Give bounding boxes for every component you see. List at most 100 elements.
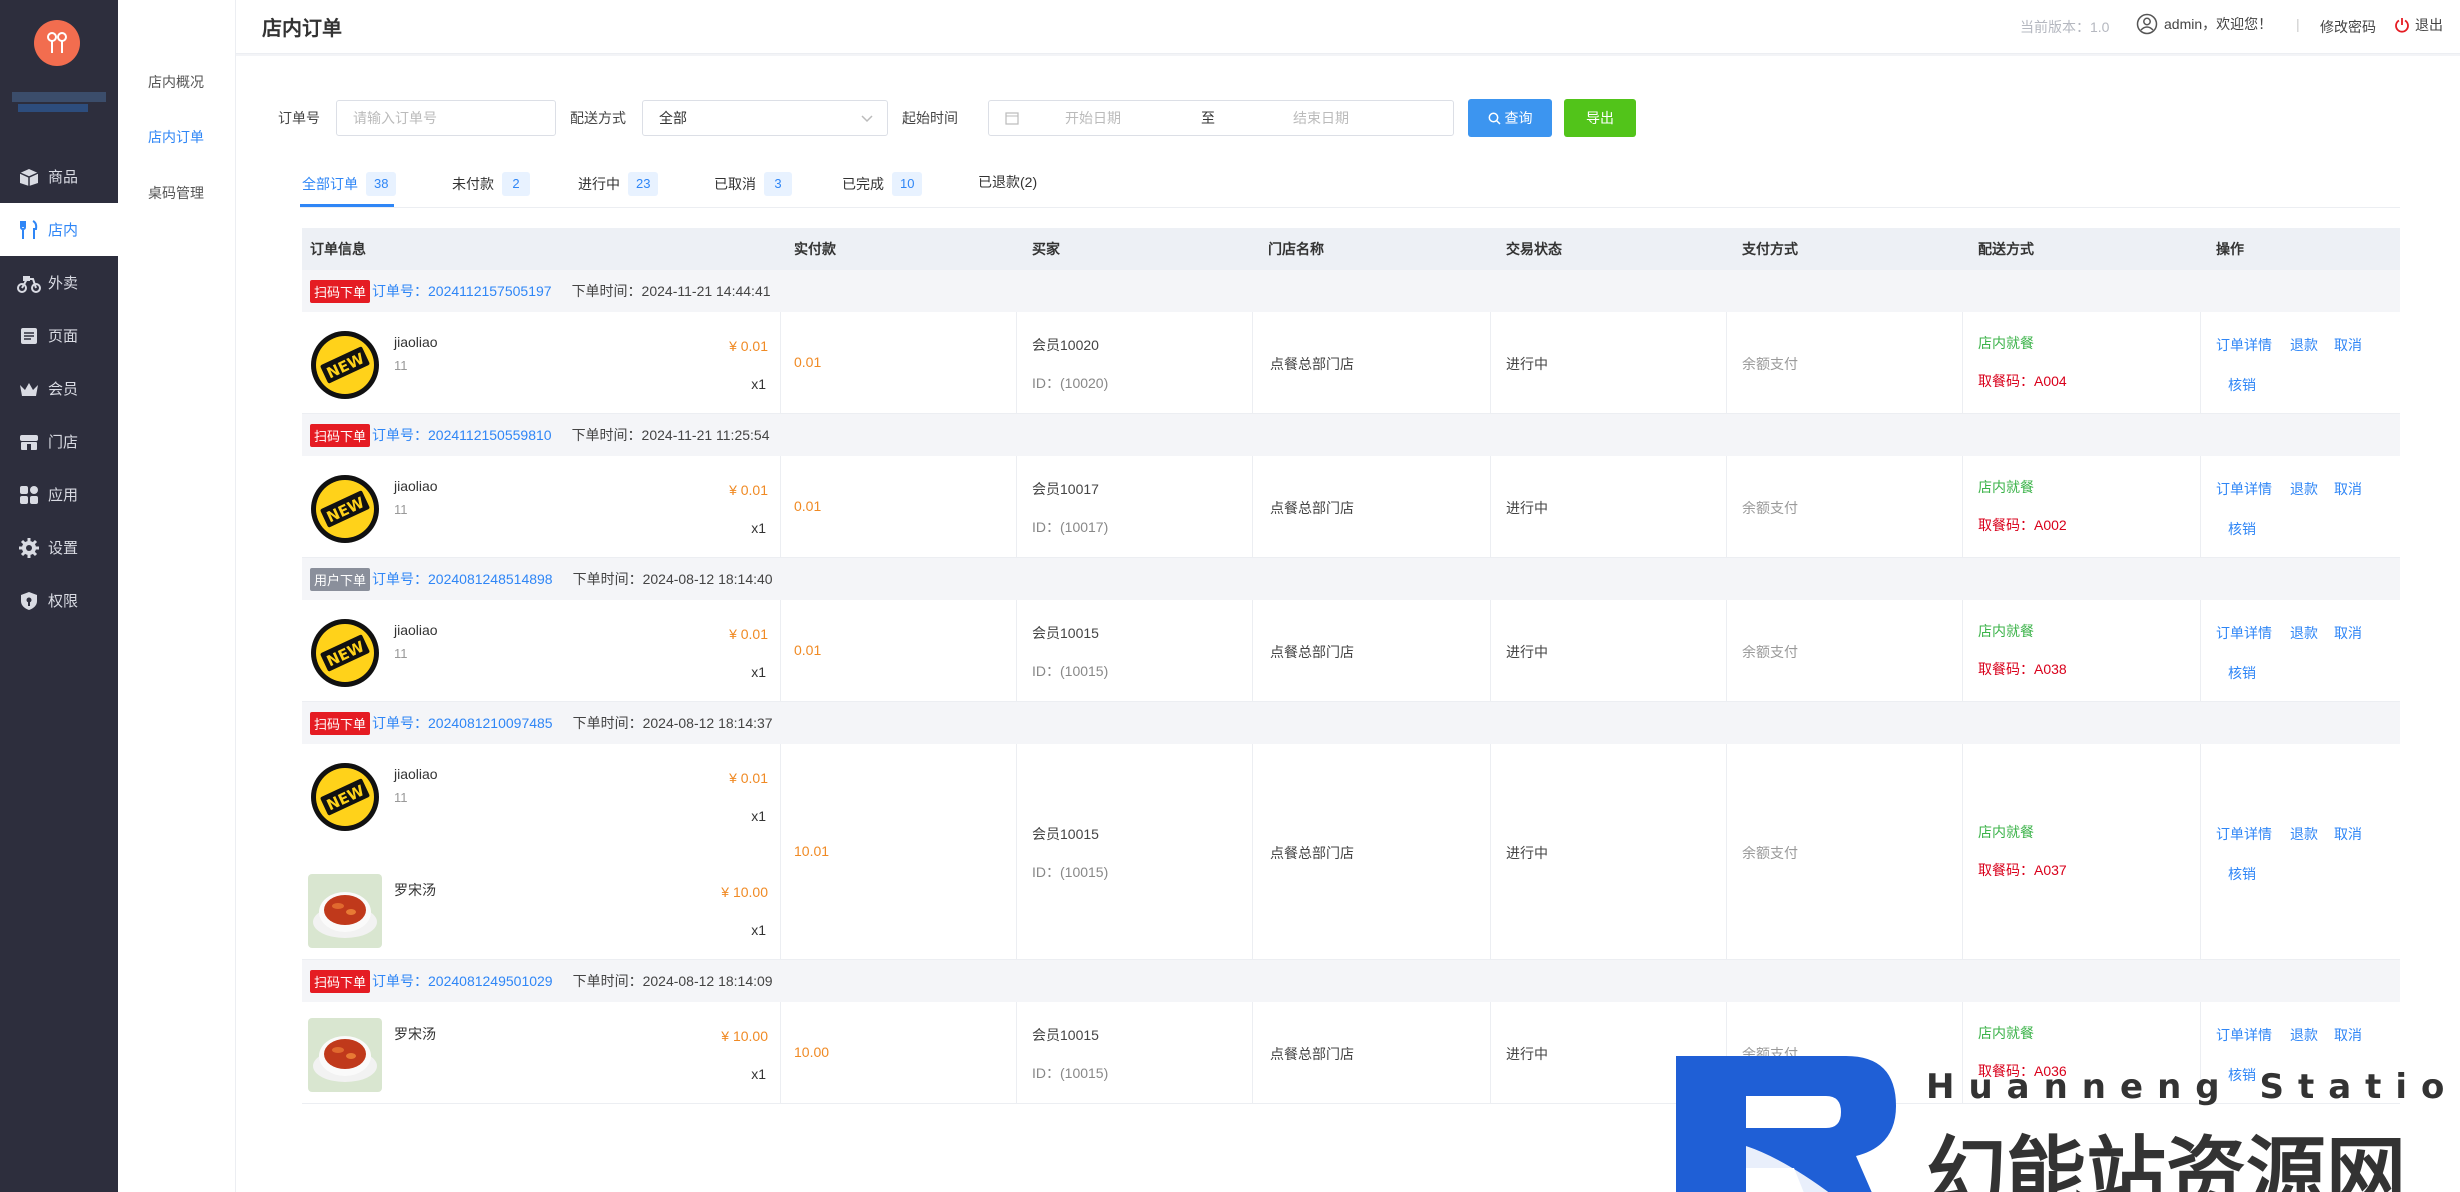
refund-link[interactable]: 退款 <box>2290 824 2318 844</box>
sidebar-item-instore[interactable]: 店内 <box>0 203 118 256</box>
order-detail-link[interactable]: 订单详情 <box>2216 335 2272 355</box>
order-status: 进行中 <box>1506 356 1548 372</box>
sidebar-item-members[interactable]: 会员 <box>0 362 118 415</box>
column-divider <box>1016 1002 1017 1104</box>
cancel-link[interactable]: 取消 <box>2334 824 2362 844</box>
soup-image <box>308 874 382 948</box>
cancel-link[interactable]: 取消 <box>2334 1025 2362 1045</box>
cancel-link[interactable]: 取消 <box>2334 479 2362 499</box>
query-button[interactable]: 查询 <box>1468 99 1552 137</box>
verify-link[interactable]: 核销 <box>2228 1065 2256 1085</box>
tab-count-badge: 10 <box>892 172 923 196</box>
apps-icon <box>16 484 42 506</box>
refund-link[interactable]: 退款 <box>2290 1025 2318 1045</box>
sidebar-item-goods[interactable]: 商品 <box>0 150 118 203</box>
watermark-main-text: 幻能站资源网 <box>1926 1128 2406 1192</box>
verify-link[interactable]: 核销 <box>2228 864 2256 884</box>
time-label: 起始时间 <box>902 110 958 126</box>
cancel-link[interactable]: 取消 <box>2334 335 2362 355</box>
store-icon <box>16 431 42 453</box>
column-divider <box>780 312 781 414</box>
order-time: 下单时间：2024-08-12 18:14:09 <box>572 973 773 989</box>
delivery-select[interactable]: 全部 <box>642 100 888 136</box>
tab-label: 已退款(2) <box>978 174 1038 190</box>
version-text: 当前版本：1.0 <box>2020 19 2110 35</box>
order-number-link[interactable]: 订单号：2024081248514898 <box>372 569 553 589</box>
column-divider <box>1490 744 1491 960</box>
new-badge-image: NEW <box>308 328 382 402</box>
date-range-picker[interactable]: 开始日期 至 结束日期 <box>988 100 1454 136</box>
sidebar-item-permissions[interactable]: 权限 <box>0 574 118 627</box>
order-status: 进行中 <box>1506 500 1548 516</box>
payment-method: 余额支付 <box>1742 1046 1798 1062</box>
sidebar-item-stores[interactable]: 门店 <box>0 415 118 468</box>
buyer-id: ID：(10017) <box>1032 519 1109 535</box>
product-name: 罗宋汤 <box>394 882 436 898</box>
order-detail-link[interactable]: 订单详情 <box>2216 623 2272 643</box>
sidebar-item-label: 外卖 <box>48 275 79 292</box>
sidebar-item-takeout[interactable]: 外卖 <box>0 256 118 309</box>
col-order-info: 订单信息 <box>310 241 366 257</box>
table-row: NEW jiaoliao 11 ¥ 0.01 x1 0.01 会员10015 ID：(1001… <box>302 600 2400 702</box>
verify-link[interactable]: 核销 <box>2228 375 2256 395</box>
tab-count-badge: 23 <box>628 172 659 196</box>
order-status: 进行中 <box>1506 845 1548 861</box>
verify-link[interactable]: 核销 <box>2228 663 2256 683</box>
logout-button[interactable]: 退出 <box>2394 15 2443 35</box>
column-divider <box>1490 456 1491 558</box>
sidebar-item-apps[interactable]: 应用 <box>0 468 118 521</box>
order-time: 下单时间：2024-11-21 11:25:54 <box>571 427 770 443</box>
tab-unpaid[interactable]: 未付款 2 <box>452 172 530 196</box>
order-no-input[interactable]: 请输入订单号 <box>336 100 556 136</box>
refund-link[interactable]: 退款 <box>2290 479 2318 499</box>
submenu-item-orders[interactable]: 店内订单 <box>148 127 204 147</box>
order-detail-link[interactable]: 订单详情 <box>2216 1025 2272 1045</box>
sidebar-item-settings[interactable]: 设置 <box>0 521 118 574</box>
tab-completed[interactable]: 已完成 10 <box>842 172 923 196</box>
table-header: 订单信息 实付款 买家 门店名称 交易状态 支付方式 配送方式 操作 <box>302 228 2400 270</box>
column-divider <box>1016 744 1017 960</box>
sidebar-item-pages[interactable]: 页面 <box>0 309 118 362</box>
verify-link[interactable]: 核销 <box>2228 519 2256 539</box>
pickup-code: 取餐码：A004 <box>1978 373 2067 389</box>
cancel-link[interactable]: 取消 <box>2334 623 2362 643</box>
order-number-link[interactable]: 订单号：2024112150559810 <box>372 425 552 445</box>
refund-link[interactable]: 退款 <box>2290 623 2318 643</box>
table-row: NEW jiaoliao 11 ¥ 0.01 x1 罗宋汤 ¥ 10.00 x1 10.01 会员… <box>302 744 2400 960</box>
col-actions: 操作 <box>2216 241 2244 257</box>
tab-refunded[interactable]: 已退款(2) <box>978 172 1037 192</box>
product-qty: x1 <box>751 808 766 824</box>
product-name: jiaoliao <box>394 766 438 782</box>
order-number-link[interactable]: 订单号：2024081210097485 <box>372 713 553 733</box>
export-button[interactable]: 导出 <box>1564 99 1636 137</box>
top-bar: 店内订单 当前版本：1.0 admin，欢迎您！ | 修改密码 退出 <box>236 0 2460 54</box>
shield-icon <box>16 590 42 612</box>
buyer-name: 会员10020 <box>1032 337 1099 353</box>
change-password-link[interactable]: 修改密码 <box>2320 17 2376 37</box>
refund-link[interactable]: 退款 <box>2290 335 2318 355</box>
order-number-link[interactable]: 订单号：2024081249501029 <box>372 971 553 991</box>
payment-method: 余额支付 <box>1742 644 1798 660</box>
tab-cancelled[interactable]: 已取消 3 <box>714 172 792 196</box>
order-source-tag: 扫码下单 <box>310 279 371 303</box>
store-name: 点餐总部门店 <box>1270 500 1354 516</box>
sidebar-item-label: 页面 <box>48 328 79 345</box>
order-detail-link[interactable]: 订单详情 <box>2216 824 2272 844</box>
tab-all-orders[interactable]: 全部订单 38 <box>302 172 397 196</box>
submenu-item-table-codes[interactable]: 桌码管理 <box>148 183 204 203</box>
delivery-select-value: 全部 <box>659 110 687 126</box>
order-detail-link[interactable]: 订单详情 <box>2216 479 2272 499</box>
order-number-link[interactable]: 订单号：2024112157505197 <box>372 281 552 301</box>
sidebar-item-label: 设置 <box>48 540 79 557</box>
power-icon <box>2395 18 2409 33</box>
tab-in-progress[interactable]: 进行中 23 <box>578 172 659 196</box>
column-divider <box>1490 600 1491 702</box>
paid-amount: 0.01 <box>794 498 822 514</box>
app-logo[interactable] <box>34 20 80 66</box>
product-item: NEW jiaoliao 11 ¥ 0.01 x1 <box>302 744 780 846</box>
utensils-icon <box>16 219 42 241</box>
product-spec: 11 <box>394 646 408 661</box>
sidebar-item-label: 店内 <box>48 222 79 239</box>
submenu-item-overview[interactable]: 店内概况 <box>148 72 204 92</box>
column-divider <box>1726 600 1727 702</box>
